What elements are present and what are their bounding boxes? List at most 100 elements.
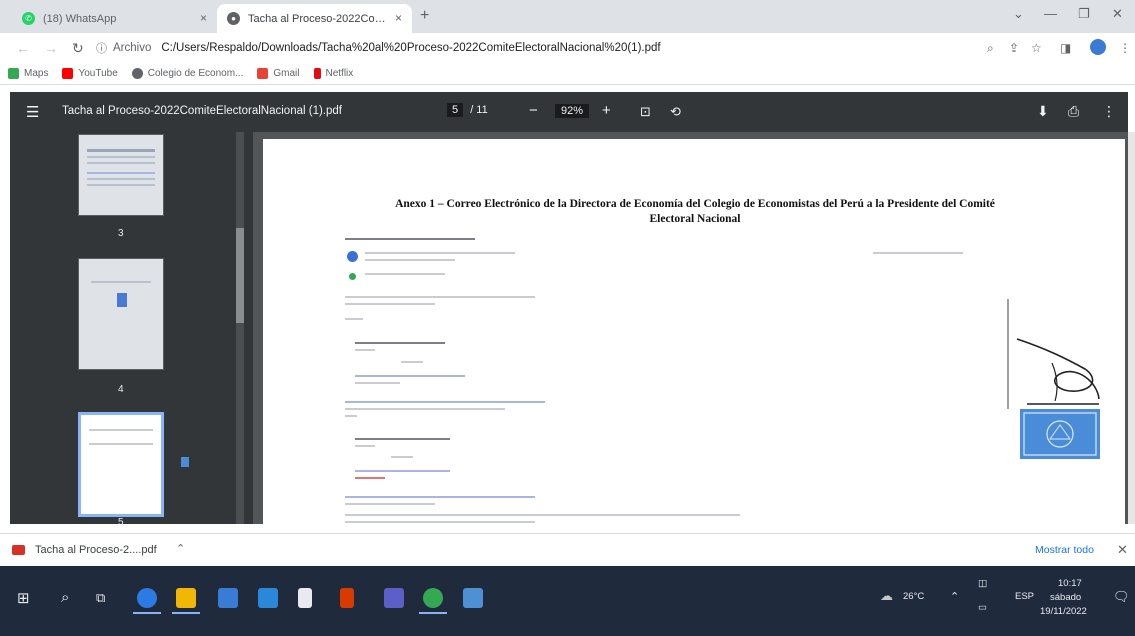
- store-icon[interactable]: [218, 588, 238, 608]
- whatsapp-icon: ✆: [22, 12, 35, 25]
- download-icon[interactable]: ⬇: [1037, 103, 1049, 120]
- tab-whatsapp[interactable]: ✆ (18) WhatsApp ×: [12, 4, 217, 33]
- thumbnail-page-3[interactable]: [78, 134, 164, 216]
- edge-active-indicator: [133, 612, 161, 614]
- share-icon[interactable]: ⇪: [1009, 41, 1019, 55]
- clock-time[interactable]: 10:17: [1058, 578, 1082, 589]
- mail-icon[interactable]: [258, 588, 278, 608]
- restore-button[interactable]: ❐: [1078, 6, 1090, 22]
- tab-search-icon[interactable]: ⌄: [1013, 6, 1024, 22]
- show-all-link[interactable]: Mostrar todo: [1035, 544, 1094, 556]
- explorer-active-indicator: [172, 612, 200, 614]
- viewer-scrollbar[interactable]: [1128, 132, 1135, 524]
- temperature[interactable]: 26°C: [903, 591, 924, 602]
- search-icon[interactable]: ⌕: [61, 589, 69, 606]
- email-body-line: [355, 349, 375, 351]
- sidebar-scrollbar[interactable]: [236, 132, 244, 524]
- official-seal-stamp: [1020, 409, 1100, 459]
- close-shelf-icon[interactable]: ✕: [1117, 542, 1128, 558]
- email-body-line: [345, 318, 363, 320]
- globe-icon: ●: [227, 12, 240, 25]
- clock-date[interactable]: 19/11/2022: [1040, 606, 1087, 617]
- sidebar-scrollbar-thumb[interactable]: [236, 228, 244, 323]
- download-item[interactable]: Tacha al Proceso-2....pdf: [35, 544, 157, 556]
- document-heading: Anexo 1 – Correo Electrónico de la Direc…: [395, 198, 995, 225]
- file-explorer-icon[interactable]: [176, 588, 196, 608]
- zoom-out-button[interactable]: −: [529, 102, 538, 119]
- email-body-line: [345, 514, 740, 516]
- close-window-button[interactable]: ✕: [1112, 6, 1123, 22]
- windows-start-icon[interactable]: ⊞: [17, 589, 30, 607]
- tab-strip: ✆ (18) WhatsApp × ● Tacha al Proceso-202…: [0, 0, 1135, 33]
- globe-icon: [131, 68, 143, 79]
- hamburger-menu-icon[interactable]: ☰: [26, 103, 39, 121]
- pdf-file-icon: [12, 545, 25, 555]
- email-body-line: [345, 521, 535, 523]
- thumbnail-page-4[interactable]: [78, 258, 164, 370]
- email-body-line: [355, 477, 385, 479]
- language-indicator[interactable]: ESP: [1015, 591, 1034, 602]
- netflix-icon: [313, 68, 321, 79]
- pdf-page: Anexo 1 – Correo Electrónico de la Direc…: [263, 139, 1125, 539]
- url-scheme: Archivo: [113, 42, 152, 54]
- edge-icon[interactable]: [137, 588, 157, 608]
- back-button[interactable]: ←: [16, 40, 30, 56]
- side-panel-icon[interactable]: ◨: [1060, 41, 1071, 55]
- thumbnail-page-5[interactable]: [78, 412, 189, 517]
- photos-icon[interactable]: [463, 588, 483, 608]
- sender-avatar: [347, 251, 358, 262]
- bookmark-colegio[interactable]: Colegio de Econom...: [131, 68, 243, 79]
- signature-name-line: [355, 342, 445, 344]
- battery-icon[interactable]: ▭: [978, 602, 987, 613]
- attachment-dot: [349, 273, 356, 280]
- profile-avatar[interactable]: [1090, 39, 1106, 55]
- network-icon[interactable]: ◫: [978, 578, 987, 589]
- email-body-line: [345, 503, 435, 505]
- weather-icon[interactable]: ☁: [880, 588, 893, 604]
- bookmark-gmail[interactable]: Gmail: [257, 68, 300, 79]
- chrome-icon[interactable]: [423, 588, 443, 608]
- close-tab-icon[interactable]: ×: [395, 11, 402, 25]
- page-indicator: 5 / 11: [447, 103, 488, 117]
- notification-icon[interactable]: 🗨: [1113, 589, 1130, 605]
- fit-page-icon[interactable]: ⊡: [640, 104, 651, 120]
- thumbnail-label: 4: [118, 384, 124, 395]
- zoom-in-button[interactable]: +: [602, 102, 611, 119]
- bookmarks-bar: Maps YouTube Colegio de Econom... Gmail …: [0, 63, 1135, 85]
- youtube-icon: [62, 68, 74, 79]
- bookmark-star-icon[interactable]: ☆: [1031, 41, 1042, 55]
- task-view-icon[interactable]: ⧉: [96, 590, 105, 606]
- email-body-line: [355, 382, 400, 384]
- office-icon[interactable]: [340, 588, 354, 608]
- email-body-line: [401, 361, 423, 363]
- teams-icon[interactable]: [384, 588, 404, 608]
- address-bar[interactable]: ⓘ Archivo C:/Users/Respaldo/Downloads/Ta…: [96, 36, 976, 60]
- forward-button[interactable]: →: [44, 40, 58, 56]
- print-icon[interactable]: ⎙: [1068, 103, 1079, 120]
- info-icon[interactable]: ⓘ: [96, 40, 107, 56]
- zoom-level-input[interactable]: 92%: [555, 104, 590, 118]
- bookmark-youtube[interactable]: YouTube: [62, 68, 118, 79]
- tab-pdf[interactable]: ● Tacha al Proceso-2022ComiteEl ×: [217, 4, 412, 33]
- bookmark-netflix[interactable]: Netflix: [313, 68, 353, 79]
- close-tab-icon[interactable]: ×: [200, 11, 207, 25]
- more-options-icon[interactable]: ⋮: [1102, 103, 1116, 120]
- tab-label: Tacha al Proceso-2022ComiteEl: [248, 12, 388, 25]
- minimize-button[interactable]: —: [1044, 6, 1057, 21]
- clock-day[interactable]: sábado: [1050, 592, 1081, 603]
- document-icon[interactable]: [298, 588, 312, 608]
- tab-label: (18) WhatsApp: [43, 12, 117, 25]
- reload-button[interactable]: ↻: [72, 40, 84, 57]
- page-number-input[interactable]: 5: [447, 103, 464, 117]
- chevron-up-icon[interactable]: ⌃: [176, 542, 185, 555]
- bookmark-maps[interactable]: Maps: [8, 68, 48, 79]
- menu-icon[interactable]: ⋮: [1119, 41, 1131, 55]
- email-body-line: [345, 415, 357, 417]
- zoom-icon[interactable]: ⌕: [987, 41, 994, 56]
- email-link-line: [345, 401, 545, 403]
- signature-name-line: [355, 438, 450, 440]
- new-tab-button[interactable]: +: [420, 7, 429, 25]
- email-line: [365, 259, 455, 261]
- rotate-icon[interactable]: ⟲: [670, 104, 681, 120]
- chevron-up-icon[interactable]: ⌃: [950, 590, 959, 603]
